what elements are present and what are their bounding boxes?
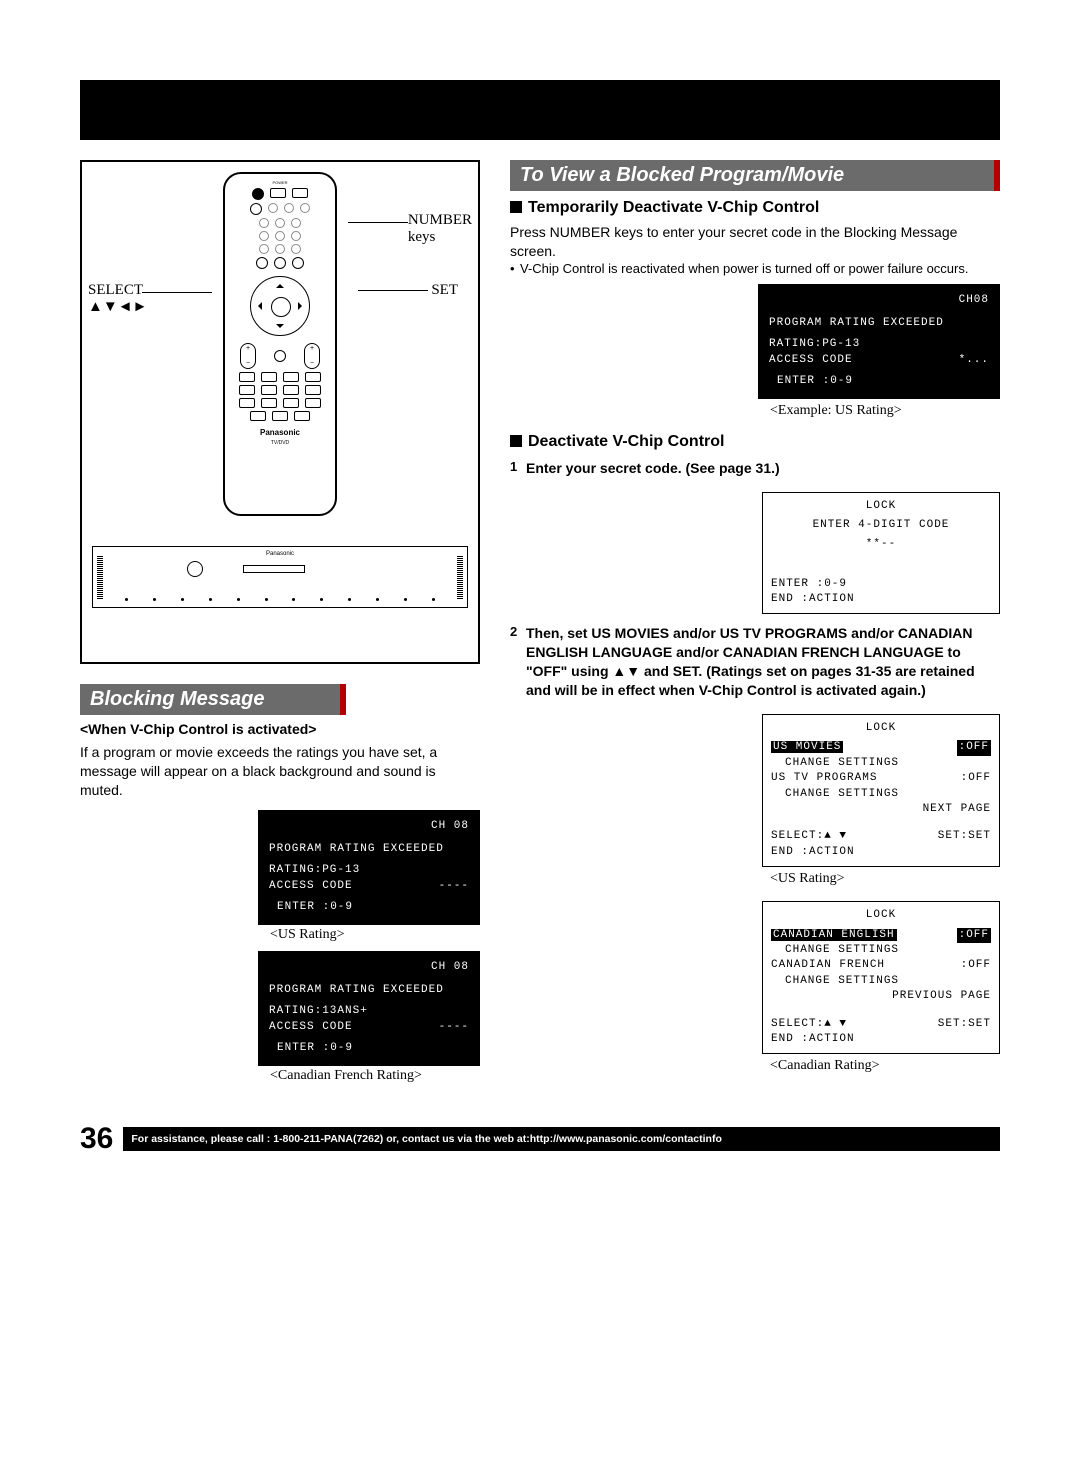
vchip-activated-subhead: <When V-Chip Control is activated> [80,721,480,737]
caption-lock-ca: <Canadian Rating> [770,1058,1000,1074]
temp-deactivate-title: Temporarily Deactivate V-Chip Control [510,199,1000,217]
remote-brand: Panasonic [260,428,300,437]
osd-lock-us: LOCK US MOVIES:OFF CHANGE SETTINGS US TV… [762,714,1000,867]
step-2-num: 2 [510,624,526,639]
step-1-num: 1 [510,459,526,474]
caption-example-us: <Example: US Rating> [770,403,1000,419]
osd-lock-ca: LOCK CANADIAN ENGLISH:OFF CHANGE SETTING… [762,901,1000,1054]
osd-ca-french-rating: CH 08 PROGRAM RATING EXCEEDED RATING:13A… [258,951,480,1066]
osd-us-rating: CH 08 PROGRAM RATING EXCEEDED RATING:PG-… [258,810,480,925]
osd-lock-code: LOCK ENTER 4-DIGIT CODE **-- ENTER :0-9 … [762,492,1000,615]
reactivate-note: V-Chip Control is reactivated when power… [510,261,1000,278]
remote-diagram: NUMBERkeys SELECT▲▼◄► SET POWER [80,160,480,664]
dpad [250,276,310,336]
footer-assistance: For assistance, please call : 1-800-211-… [123,1127,1000,1151]
label-number-keys: NUMBERkeys [408,212,472,246]
page-black-header [80,80,1000,140]
label-select: SELECT▲▼◄► [88,282,147,316]
osd-example-us: CH08 PROGRAM RATING EXCEEDED RATING:PG-1… [758,284,1000,399]
square-bullet-icon [510,201,522,213]
caption-ca-french-rating: <Canadian French Rating> [270,1068,480,1084]
blocking-message-header: Blocking Message [80,684,346,715]
blocking-message-body: If a program or movie exceeds the rating… [80,743,480,800]
remote-outline: POWER +− + [223,172,337,516]
deactivate-title: Deactivate V-Chip Control [510,433,1000,451]
view-blocked-header: To View a Blocked Program/Movie [510,160,1000,191]
step-2-text: Then, set US MOVIES and/or US TV PROGRAM… [526,624,1000,700]
caption-lock-us: <US Rating> [770,871,1000,887]
page-number: 36 [80,1122,113,1156]
label-set: SET [431,282,458,299]
square-bullet-icon [510,435,522,447]
remote-model: TV/DVD [271,440,289,446]
temp-deactivate-body: Press NUMBER keys to enter your secret c… [510,223,1000,261]
step-1-text: Enter your secret code. (See page 31.) [526,459,1000,478]
caption-us-rating: <US Rating> [270,927,480,943]
vcr-outline: Panasonic [92,546,468,608]
